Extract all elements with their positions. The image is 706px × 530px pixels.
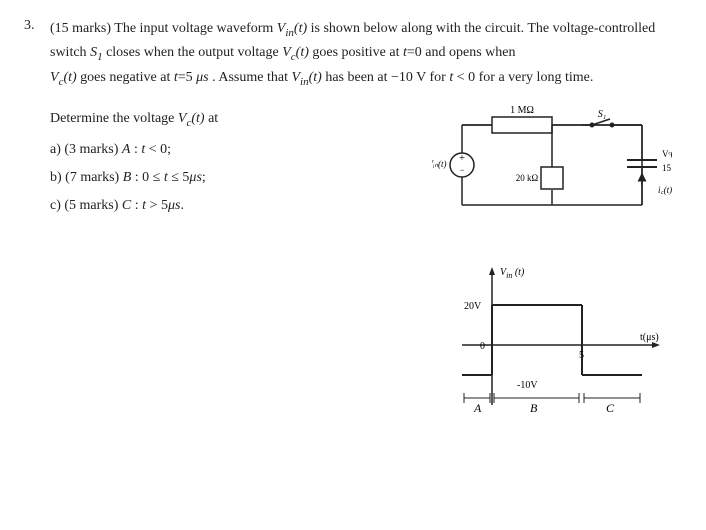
question-block: 3. (15 marks) The input voltage waveform…	[24, 18, 682, 415]
s1-label: S	[90, 45, 97, 60]
waveform-5-label: 5	[579, 350, 584, 361]
label-a: A	[473, 401, 482, 415]
right-column: 1 MΩ S₁ + − Vᵢₙ(t)	[422, 105, 682, 415]
cap-value: 15 pF	[662, 163, 672, 173]
waveform-neg10-label: -10V	[517, 380, 538, 391]
waveform-area: 20V 0 5 -10V Vin (t) t(μs)	[422, 255, 682, 415]
left-column: Determine the voltage Vc(t) at a) (3 mar…	[50, 105, 406, 415]
waveform-0-label: 0	[480, 341, 485, 352]
vin-circuit: Vᵢₙ(t)	[432, 159, 447, 169]
s1-circuit-label: S₁	[598, 109, 606, 120]
r2-label: 20 kΩ	[516, 173, 539, 183]
current-label: i꜀(t)	[658, 185, 672, 195]
part-a: a) (3 marks) A : t < 0;	[50, 136, 406, 164]
label-b: B	[530, 401, 538, 415]
r1-label: 1 MΩ	[510, 105, 534, 116]
waveform-vin-label: Vin (t)	[500, 267, 525, 280]
waveform-svg: 20V 0 5 -10V Vin (t) t(μs)	[422, 255, 682, 415]
part-c: c) (5 marks) C : t > 5μs.	[50, 192, 406, 220]
marks-intro: (15 marks) The input voltage waveform	[50, 21, 273, 36]
waveform-20v-label: 20V	[464, 301, 482, 312]
vin-sub: in	[285, 27, 294, 39]
question-text: (15 marks) The input voltage waveform Vi…	[50, 18, 682, 91]
determine-text: Determine the voltage Vc(t) at	[50, 105, 406, 134]
question-number: 3.	[24, 18, 42, 34]
part-b: b) (7 marks) B : 0 ≤ t ≤ 5μs;	[50, 164, 406, 192]
s1-sub: 1	[97, 51, 103, 63]
svg-text:−: −	[459, 165, 464, 175]
content-area: Determine the voltage Vc(t) at a) (3 mar…	[50, 105, 682, 415]
svg-text:+: +	[459, 153, 465, 164]
circuit-diagram: 1 MΩ S₁ + − Vᵢₙ(t)	[432, 105, 672, 235]
cap-label: Vᶜ(t)	[662, 149, 672, 159]
label-c: C	[606, 401, 615, 415]
question-body: (15 marks) The input voltage waveform Vi…	[50, 18, 682, 415]
waveform-t-label: t(μs)	[640, 332, 659, 343]
